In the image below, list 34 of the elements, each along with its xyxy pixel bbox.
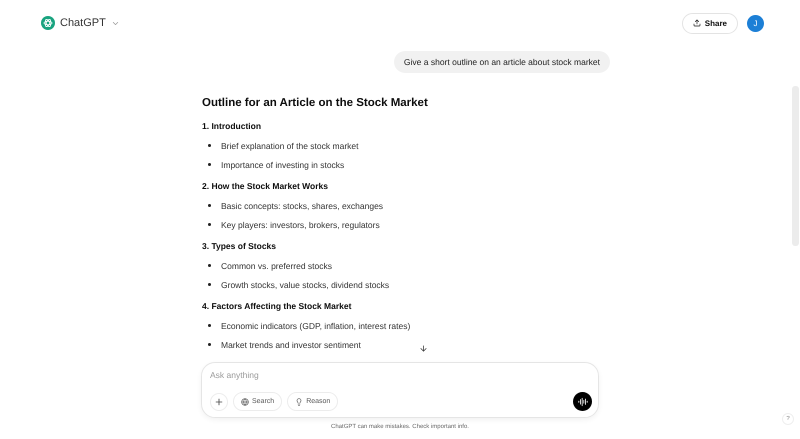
response-title: Outline for an Article on the Stock Market bbox=[202, 97, 429, 109]
bullet-text: Common vs. preferred stocks bbox=[221, 260, 332, 270]
upload-icon bbox=[692, 19, 701, 27]
section-heading: 1. Introduction bbox=[202, 120, 262, 132]
share-button[interactable]: Share bbox=[682, 12, 738, 34]
avatar[interactable]: J bbox=[747, 14, 764, 32]
voice-button[interactable] bbox=[573, 392, 592, 411]
user-message: Give a short outline on an article about stock market bbox=[394, 51, 610, 73]
lightbulb-icon bbox=[295, 398, 304, 406]
bullet-text: Basic concepts: stocks, shares, exchanges bbox=[221, 200, 384, 210]
bullet-dot bbox=[208, 264, 211, 267]
section-heading: 4. Factors Affecting the Stock Market bbox=[202, 300, 352, 312]
bullet-dot bbox=[208, 283, 211, 286]
plus-icon bbox=[214, 396, 224, 406]
bullet-text: Economic indicators (GDP, inflation, interest rates) bbox=[221, 320, 410, 330]
section-heading: 2. How the Stock Market Works bbox=[202, 180, 329, 192]
bullet-text: Importance of investing in stocks bbox=[221, 160, 344, 170]
bullet-dot bbox=[208, 324, 211, 327]
bullet-dot bbox=[208, 144, 211, 147]
bullet-dot bbox=[208, 163, 211, 166]
bullet-text: Key players: investors, brokers, regulators bbox=[221, 220, 380, 230]
section-heading: 3. Types of Stocks bbox=[202, 240, 278, 252]
add-button[interactable] bbox=[210, 392, 228, 410]
bullet-dot bbox=[208, 343, 211, 346]
bullet-dot bbox=[208, 204, 211, 207]
bullet-dot bbox=[208, 223, 211, 226]
bullet-text: Brief explanation of the stock market bbox=[221, 140, 358, 150]
bullet-text: Growth stocks, value stocks, dividend stocks bbox=[221, 280, 390, 290]
globe-icon bbox=[241, 398, 249, 406]
arrow-down-icon bbox=[418, 344, 428, 352]
app-name[interactable]: ChatGPT bbox=[60, 17, 106, 29]
sound-wave-icon bbox=[578, 396, 588, 406]
logo-icon bbox=[41, 16, 55, 30]
bullet-text: Market trends and investor sentiment bbox=[221, 340, 361, 350]
